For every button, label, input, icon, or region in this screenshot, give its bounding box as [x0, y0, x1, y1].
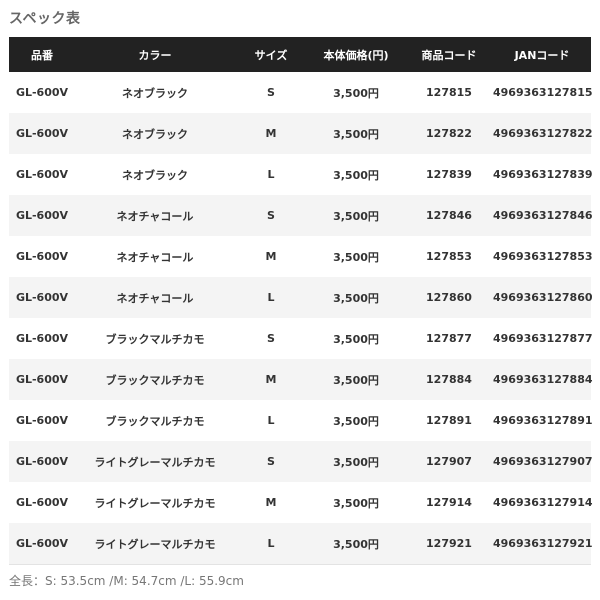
cell-product-number: GL-600V: [9, 400, 75, 441]
cell-jan-code: 4969363127884: [493, 359, 593, 400]
table-row: GL-600V ブラックマルチカモ L 3,500円 127891 49693631278…: [9, 400, 593, 441]
cell-product-number: GL-600V: [9, 195, 75, 236]
cell-product-number: GL-600V: [9, 359, 75, 400]
cell-color: ブラックマルチカモ: [75, 318, 235, 359]
table-row: GL-600V ライトグレーマルチカモ S 3,500円 127907 496936312…: [9, 441, 593, 482]
cell-jan-code: 4969363127891: [493, 400, 593, 441]
cell-product-number: GL-600V: [9, 236, 75, 277]
cell-size: L: [235, 154, 307, 195]
cell-product-code: 127914: [405, 482, 493, 523]
cell-product-code: 127822: [405, 113, 493, 154]
cell-jan-code: 4969363127860: [493, 277, 593, 318]
cell-jan-code: 4969363127815: [493, 72, 593, 113]
table-body: GL-600V ネオブラック S 3,500円 127815 4969363127815 G…: [9, 72, 593, 565]
cell-product-code: 127884: [405, 359, 493, 400]
spec-table: 品番 カラー サイズ 本体価格(円) 商品コード JANコード GL-600V ネ…: [9, 37, 593, 565]
header-product-code: 商品コード: [405, 37, 493, 72]
cell-price: 3,500円: [307, 400, 405, 441]
table-row: GL-600V ネオチャコール L 3,500円 127860 4969363127860: [9, 277, 593, 318]
cell-color: ライトグレーマルチカモ: [75, 523, 235, 565]
cell-size: L: [235, 400, 307, 441]
cell-jan-code: 4969363127822: [493, 113, 593, 154]
cell-product-code: 127877: [405, 318, 493, 359]
cell-product-number: GL-600V: [9, 482, 75, 523]
cell-jan-code: 4969363127907: [493, 441, 593, 482]
table-header-row: 品番 カラー サイズ 本体価格(円) 商品コード JANコード: [9, 37, 591, 72]
table-row: GL-600V ネオチャコール M 3,500円 127853 4969363127853: [9, 236, 593, 277]
cell-product-code: 127853: [405, 236, 493, 277]
cell-product-code: 127891: [405, 400, 493, 441]
table-row: GL-600V ネオブラック M 3,500円 127822 4969363127822: [9, 113, 593, 154]
cell-product-code: 127860: [405, 277, 493, 318]
table-row: GL-600V ライトグレーマルチカモ L 3,500円 127921 496936312…: [9, 523, 593, 565]
cell-price: 3,500円: [307, 523, 405, 565]
cell-size: S: [235, 441, 307, 482]
cell-product-number: GL-600V: [9, 154, 75, 195]
cell-color: ネオチャコール: [75, 195, 235, 236]
cell-size: M: [235, 113, 307, 154]
table-row: GL-600V ネオブラック S 3,500円 127815 4969363127815: [9, 72, 593, 113]
cell-size: M: [235, 359, 307, 400]
cell-color: ネオチャコール: [75, 236, 235, 277]
cell-jan-code: 4969363127839: [493, 154, 593, 195]
cell-color: ネオブラック: [75, 72, 235, 113]
cell-price: 3,500円: [307, 359, 405, 400]
table-row: GL-600V ブラックマルチカモ S 3,500円 127877 49693631278…: [9, 318, 593, 359]
cell-color: ブラックマルチカモ: [75, 400, 235, 441]
cell-size: M: [235, 236, 307, 277]
cell-jan-code: 4969363127914: [493, 482, 593, 523]
cell-product-number: GL-600V: [9, 318, 75, 359]
header-jan-code: JANコード: [493, 37, 591, 72]
cell-product-code: 127907: [405, 441, 493, 482]
table-row: GL-600V ブラックマルチカモ M 3,500円 127884 49693631278…: [9, 359, 593, 400]
cell-product-code: 127815: [405, 72, 493, 113]
cell-size: S: [235, 195, 307, 236]
cell-product-number: GL-600V: [9, 441, 75, 482]
header-price: 本体価格(円): [307, 37, 405, 72]
cell-price: 3,500円: [307, 277, 405, 318]
header-product-number: 品番: [9, 37, 75, 72]
cell-product-number: GL-600V: [9, 523, 75, 565]
page-title: スペック表: [9, 11, 81, 27]
cell-jan-code: 4969363127921: [493, 523, 593, 565]
cell-price: 3,500円: [307, 482, 405, 523]
cell-color: ブラックマルチカモ: [75, 359, 235, 400]
cell-color: ネオブラック: [75, 154, 235, 195]
cell-jan-code: 4969363127846: [493, 195, 593, 236]
cell-product-number: GL-600V: [9, 113, 75, 154]
cell-price: 3,500円: [307, 318, 405, 359]
cell-size: L: [235, 523, 307, 565]
cell-size: S: [235, 72, 307, 113]
cell-color: ネオチャコール: [75, 277, 235, 318]
table-row: GL-600V ネオブラック L 3,500円 127839 4969363127839: [9, 154, 593, 195]
cell-jan-code: 4969363127853: [493, 236, 593, 277]
cell-product-code: 127846: [405, 195, 493, 236]
table-row: GL-600V ネオチャコール S 3,500円 127846 4969363127846: [9, 195, 593, 236]
cell-size: L: [235, 277, 307, 318]
cell-product-code: 127839: [405, 154, 493, 195]
cell-jan-code: 4969363127877: [493, 318, 593, 359]
cell-color: ネオブラック: [75, 113, 235, 154]
cell-product-code: 127921: [405, 523, 493, 565]
cell-price: 3,500円: [307, 236, 405, 277]
cell-color: ライトグレーマルチカモ: [75, 441, 235, 482]
cell-price: 3,500円: [307, 195, 405, 236]
header-size: サイズ: [235, 37, 307, 72]
cell-size: S: [235, 318, 307, 359]
cell-price: 3,500円: [307, 72, 405, 113]
header-color: カラー: [75, 37, 235, 72]
cell-product-number: GL-600V: [9, 277, 75, 318]
cell-price: 3,500円: [307, 154, 405, 195]
length-footnote: 全長：S: 53.5cm /M: 54.7cm /L: 55.9cm: [9, 574, 244, 588]
cell-size: M: [235, 482, 307, 523]
cell-price: 3,500円: [307, 441, 405, 482]
table-row: GL-600V ライトグレーマルチカモ M 3,500円 127914 496936312…: [9, 482, 593, 523]
cell-product-number: GL-600V: [9, 72, 75, 113]
cell-color: ライトグレーマルチカモ: [75, 482, 235, 523]
cell-price: 3,500円: [307, 113, 405, 154]
